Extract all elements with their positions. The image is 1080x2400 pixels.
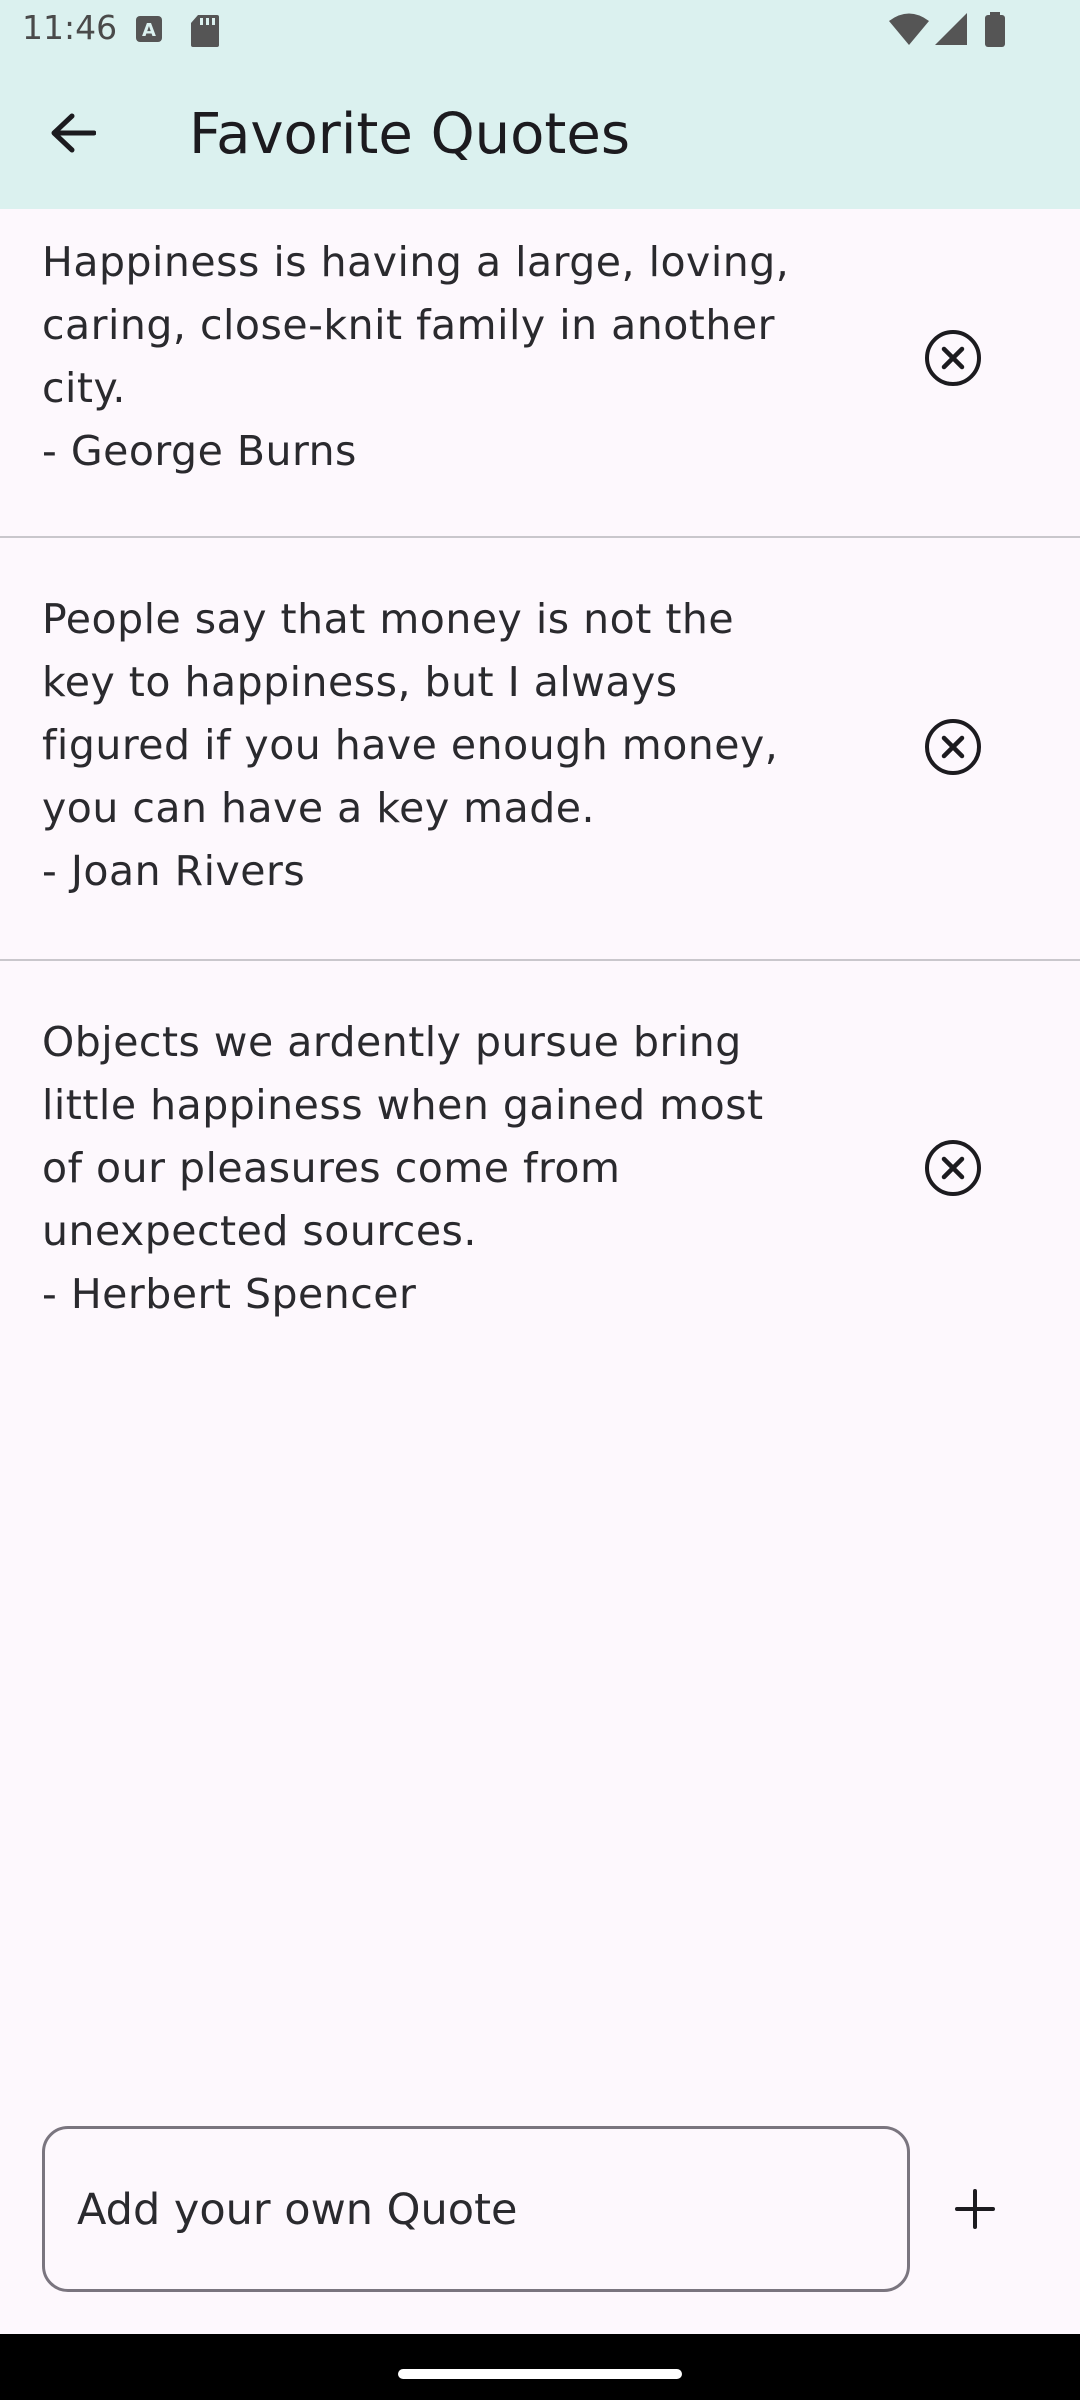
quote-input[interactable] (75, 2129, 879, 2291)
battery-icon (984, 12, 1006, 52)
system-nav-bar (0, 2334, 1080, 2400)
wifi-icon (888, 12, 930, 50)
page-title: Favorite Quotes (189, 102, 630, 167)
quote-text: Happiness is having a large, loving, car… (42, 238, 790, 475)
remove-quote-button[interactable] (922, 329, 984, 391)
quote-item: People say that money is not the key to … (0, 538, 1080, 961)
back-button[interactable] (38, 100, 108, 170)
quote-item: Objects we ardently pursue bring little … (0, 961, 1080, 1382)
add-icon (953, 2187, 997, 2235)
quote-text: Objects we ardently pursue bring little … (42, 1018, 764, 1318)
keyboard-notification-icon: A (134, 14, 164, 48)
svg-text:A: A (142, 20, 156, 41)
quote-input-field (42, 2126, 910, 2292)
remove-circle-icon (923, 717, 983, 781)
remove-quote-button[interactable] (922, 1139, 984, 1201)
cellular-signal-icon (934, 12, 968, 50)
remove-circle-icon (923, 328, 983, 392)
quote-item: Happiness is having a large, loving, car… (0, 209, 1080, 538)
add-quote-button[interactable] (942, 2178, 1008, 2244)
quote-text: People say that money is not the key to … (42, 595, 779, 895)
remove-circle-icon (923, 1138, 983, 1202)
app-bar: Favorite Quotes (0, 62, 1080, 209)
remove-quote-button[interactable] (922, 718, 984, 780)
status-time: 11:46 (22, 8, 118, 47)
back-arrow-icon (50, 113, 97, 157)
sd-card-icon (190, 14, 220, 52)
home-gesture-handle[interactable] (398, 2369, 682, 2379)
top-bar: 11:46 A Favorite Quotes (0, 0, 1080, 209)
status-bar: 11:46 A (0, 0, 1080, 62)
